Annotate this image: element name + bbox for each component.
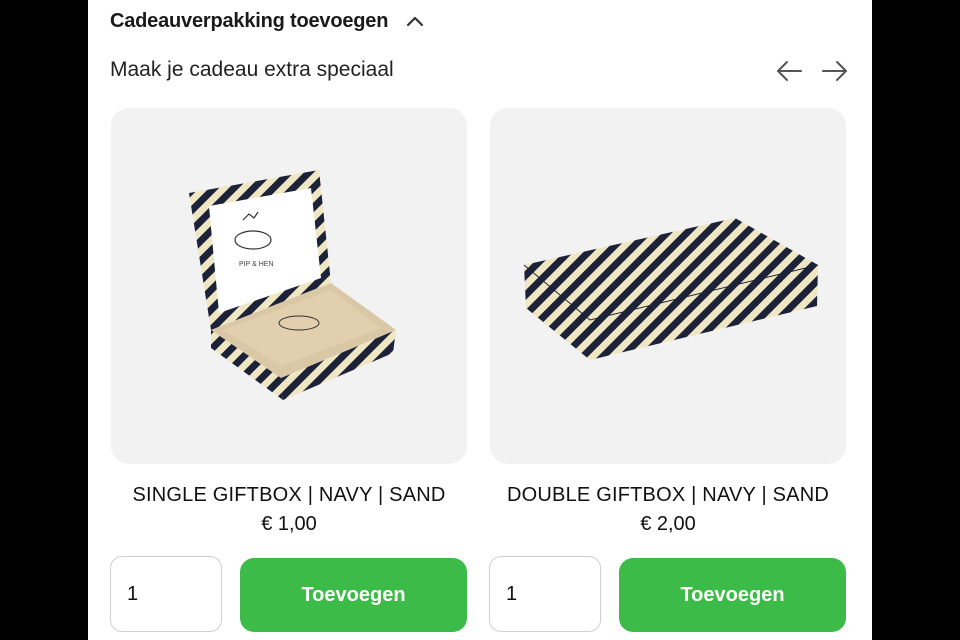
- product-name: SINGLE GIFTBOX | NAVY | SAND: [132, 484, 446, 506]
- product-controls: Toevoegen: [110, 556, 468, 634]
- product-card: DOUBLE GIFTBOX | NAVY | SAND € 2,00: [490, 108, 846, 536]
- section-title: Cadeauverpakking toevoegen: [110, 9, 389, 32]
- quantity-input[interactable]: [489, 556, 601, 632]
- product-image-double-giftbox[interactable]: [490, 108, 846, 464]
- product-name: DOUBLE GIFTBOX | NAVY | SAND: [507, 484, 829, 506]
- product-price: € 1,00: [261, 513, 317, 535]
- section-subtitle: Maak je cadeau extra speciaal: [110, 58, 394, 81]
- gift-wrap-panel: Cadeauverpakking toevoegen Maak je cadea…: [88, 0, 872, 640]
- arrow-left-icon[interactable]: [774, 56, 804, 86]
- svg-text:PIP & HEN: PIP & HEN: [239, 261, 274, 268]
- product-price: € 2,00: [640, 513, 696, 535]
- product-card: PIP & HEN SINGLE GIFTBOX | NAVY | SAND €…: [111, 108, 467, 536]
- carousel-navigation: [774, 56, 850, 86]
- arrow-right-icon[interactable]: [820, 56, 850, 86]
- product-image-single-giftbox[interactable]: PIP & HEN: [111, 108, 467, 464]
- gift-wrap-section-toggle[interactable]: Cadeauverpakking toevoegen: [110, 6, 426, 36]
- add-to-cart-button[interactable]: Toevoegen: [619, 558, 846, 632]
- add-to-cart-button[interactable]: Toevoegen: [240, 558, 467, 632]
- quantity-input[interactable]: [110, 556, 222, 632]
- product-controls: Toevoegen: [489, 556, 847, 634]
- chevron-up-icon[interactable]: [404, 10, 426, 32]
